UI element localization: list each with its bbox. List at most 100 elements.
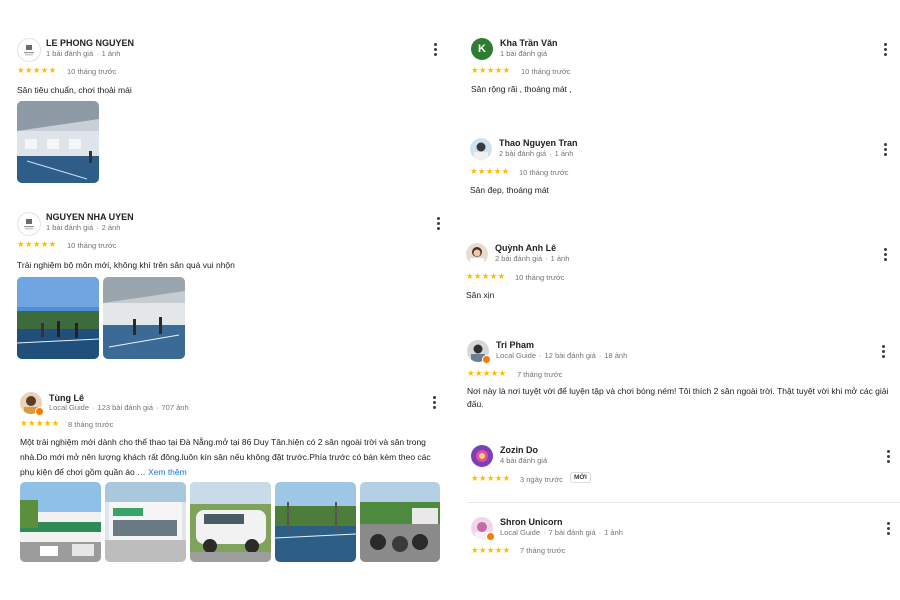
more-options-button[interactable] xyxy=(882,520,894,536)
reviewer-name[interactable]: Tri Pham xyxy=(496,340,534,350)
review-count: 123 bài đánh giá xyxy=(97,403,153,412)
review-photo[interactable] xyxy=(17,101,99,183)
review-card-kha-tran-van: K Kha Trần Văn 1 bài đánh giá ★★★★★ 10 t… xyxy=(471,38,896,108)
review-card-shron-unicorn: Shron Unicorn Local Guide · 7 bài đánh giá… xyxy=(471,517,896,562)
review-photo[interactable] xyxy=(103,277,185,359)
review-count: 7 bài đánh giá xyxy=(548,528,596,537)
photo-count: 1 ảnh xyxy=(554,149,574,158)
photo-count: 1 ảnh xyxy=(550,254,570,263)
review-card-le-phong-nguyen: LE PHONG NGUYEN 1 bài đánh giá · 1 ảnh ★★★… xyxy=(17,38,447,188)
local-guide-badge-icon xyxy=(482,355,491,364)
star-rating: ★★★★★ xyxy=(17,239,57,249)
review-text-body: Một trải nghiệm mới dành cho thể thao tạ… xyxy=(20,437,431,477)
reviewer-meta: 2 bài đánh giá · 1 ảnh xyxy=(499,149,574,158)
reviewer-meta: 1 bài đánh giá · 1 ảnh xyxy=(46,49,121,58)
avatar[interactable] xyxy=(17,212,41,236)
reviewer-meta: Local Guide · 12 bài đánh giá · 18 ảnh xyxy=(496,351,628,360)
avatar[interactable] xyxy=(471,445,493,467)
photo-count: 1 ảnh xyxy=(101,49,121,58)
reviewer-meta: 4 bài đánh giá xyxy=(500,456,547,465)
more-options-button[interactable] xyxy=(432,215,444,231)
reviewer-name[interactable]: Quỳnh Anh Lê xyxy=(495,243,556,253)
review-photo[interactable] xyxy=(105,482,186,562)
reviewer-name[interactable]: Thao Nguyen Tran xyxy=(499,138,578,148)
more-options-button[interactable] xyxy=(879,41,891,57)
reviewer-name[interactable]: Shron Unicorn xyxy=(500,517,563,527)
more-options-button[interactable] xyxy=(879,246,891,262)
review-time: 10 tháng trước xyxy=(519,168,569,177)
reviewer-meta: Local Guide · 7 bài đánh giá · 1 ảnh xyxy=(500,528,623,537)
club-logo-icon xyxy=(24,45,34,56)
local-guide-badge-icon xyxy=(486,532,495,541)
review-time: 10 tháng trước xyxy=(67,67,117,76)
review-text: Sân đẹp, thoáng mát xyxy=(470,185,549,195)
photo-count: 18 ảnh xyxy=(604,351,628,360)
review-card-zozin-do: Zozin Do 4 bài đánh giá ★★★★★ 3 ngày trư… xyxy=(471,445,896,490)
review-count: 1 bài đánh giá xyxy=(500,49,548,58)
review-time: 3 ngày trước xyxy=(520,475,563,484)
review-card-tung-le: Tùng Lê Local Guide · 123 bài đánh giá · 707… xyxy=(20,392,450,567)
review-card-quynh-anh-le: Quỳnh Anh Lê 2 bài đánh giá · 1 ảnh ★★★★★ … xyxy=(466,243,896,308)
review-card-tri-pham: Tri Pham Local Guide · 12 bài đánh giá · 18 … xyxy=(467,340,897,420)
review-time: 7 tháng trước xyxy=(517,370,563,379)
reviewer-meta: Local Guide · 123 bài đánh giá · 707 ảnh xyxy=(49,403,189,412)
user-photo-icon xyxy=(470,138,492,160)
photo-count: 707 ảnh xyxy=(161,403,189,412)
user-photo-icon xyxy=(466,243,488,265)
more-options-button[interactable] xyxy=(879,141,891,157)
review-count: 1 bài đánh giá xyxy=(46,223,94,232)
star-rating: ★★★★★ xyxy=(20,418,60,428)
reviewer-name[interactable]: NGUYEN NHA UYEN xyxy=(46,212,134,222)
review-photo[interactable] xyxy=(190,482,271,562)
review-count: 12 bài đánh giá xyxy=(544,351,596,360)
see-more-link[interactable]: Xem thêm xyxy=(148,467,187,477)
reviewer-meta: 2 bài đánh giá · 1 ảnh xyxy=(495,254,570,263)
review-count: 2 bài đánh giá xyxy=(495,254,543,263)
star-rating: ★★★★★ xyxy=(471,545,511,555)
review-count: 4 bài đánh giá xyxy=(500,456,548,465)
review-text: Nơi này là nơi tuyệt vời để luyện tập và… xyxy=(467,386,889,409)
review-count: 2 bài đánh giá xyxy=(499,149,547,158)
club-logo-icon xyxy=(24,219,34,230)
review-time: 10 tháng trước xyxy=(67,241,117,250)
review-photo[interactable] xyxy=(275,482,356,562)
new-badge: MỚI xyxy=(570,472,591,483)
review-card-thao-nguyen-tran: Thao Nguyen Tran 2 bài đánh giá · 1 ảnh ★★… xyxy=(470,138,895,208)
divider xyxy=(467,502,900,503)
review-photo[interactable] xyxy=(17,277,99,359)
review-time: 8 tháng trước xyxy=(68,420,114,429)
review-count: 1 bài đánh giá xyxy=(46,49,94,58)
star-rating: ★★★★★ xyxy=(471,65,511,75)
review-text: Trải nghiệm bộ môn mới, không khí trên s… xyxy=(17,260,235,270)
reviewer-name[interactable]: LE PHONG NGUYEN xyxy=(46,38,134,48)
reviewer-name[interactable]: Kha Trần Văn xyxy=(500,38,558,48)
review-photo[interactable] xyxy=(360,482,440,562)
user-photo-icon xyxy=(471,445,493,467)
star-rating: ★★★★★ xyxy=(470,166,510,176)
more-options-button[interactable] xyxy=(428,394,440,410)
star-rating: ★★★★★ xyxy=(467,368,507,378)
local-guide-label: Local Guide xyxy=(49,403,90,412)
local-guide-label: Local Guide xyxy=(500,528,541,537)
star-rating: ★★★★★ xyxy=(466,271,506,281)
more-options-button[interactable] xyxy=(882,448,894,464)
more-options-button[interactable] xyxy=(429,41,441,57)
avatar[interactable] xyxy=(470,138,492,160)
reviewer-name[interactable]: Tùng Lê xyxy=(49,393,84,403)
review-text: Sân rộng rãi , thoáng mát , xyxy=(471,84,572,94)
avatar[interactable] xyxy=(466,243,488,265)
reviewer-name[interactable]: Zozin Do xyxy=(500,445,538,455)
avatar[interactable] xyxy=(17,38,41,62)
review-text: Một trải nghiệm mới dành cho thể thao tạ… xyxy=(20,435,440,480)
photo-count: 1 ảnh xyxy=(604,528,623,537)
reviewer-meta: 1 bài đánh giá xyxy=(500,49,547,58)
reviewer-meta: 1 bài đánh giá · 2 ảnh xyxy=(46,223,121,232)
star-rating: ★★★★★ xyxy=(17,65,57,75)
more-options-button[interactable] xyxy=(877,343,889,359)
local-guide-badge-icon xyxy=(35,407,44,416)
review-text: Sân xịn xyxy=(466,290,495,300)
local-guide-label: Local Guide xyxy=(496,351,537,360)
review-card-nguyen-nha-uyen: NGUYEN NHA UYEN 1 bài đánh giá · 2 ảnh ★★★… xyxy=(17,212,447,362)
avatar[interactable]: K xyxy=(471,38,493,60)
review-photo[interactable] xyxy=(20,482,101,562)
